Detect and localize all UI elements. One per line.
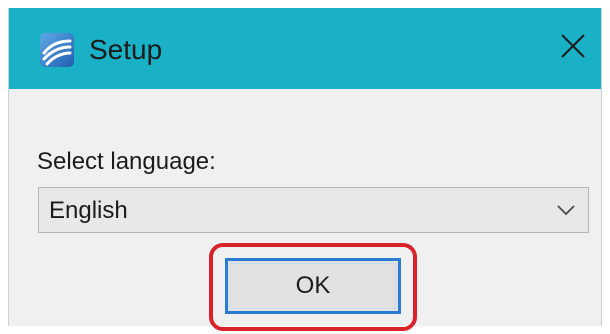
- chevron-down-icon: [556, 202, 576, 218]
- language-selected-value: English: [49, 197, 128, 224]
- window-title: Setup: [89, 34, 163, 65]
- ok-button[interactable]: OK: [225, 258, 401, 314]
- language-dropdown[interactable]: English: [38, 187, 589, 233]
- app-logo-icon: [39, 32, 75, 68]
- title-bar: Setup: [9, 8, 601, 89]
- close-button[interactable]: [545, 22, 601, 74]
- select-language-label: Select language:: [37, 148, 216, 175]
- setup-dialog: Setup Select language: English OK: [8, 8, 602, 331]
- dialog-body: Select language: English OK: [9, 89, 601, 331]
- close-icon: [560, 33, 586, 64]
